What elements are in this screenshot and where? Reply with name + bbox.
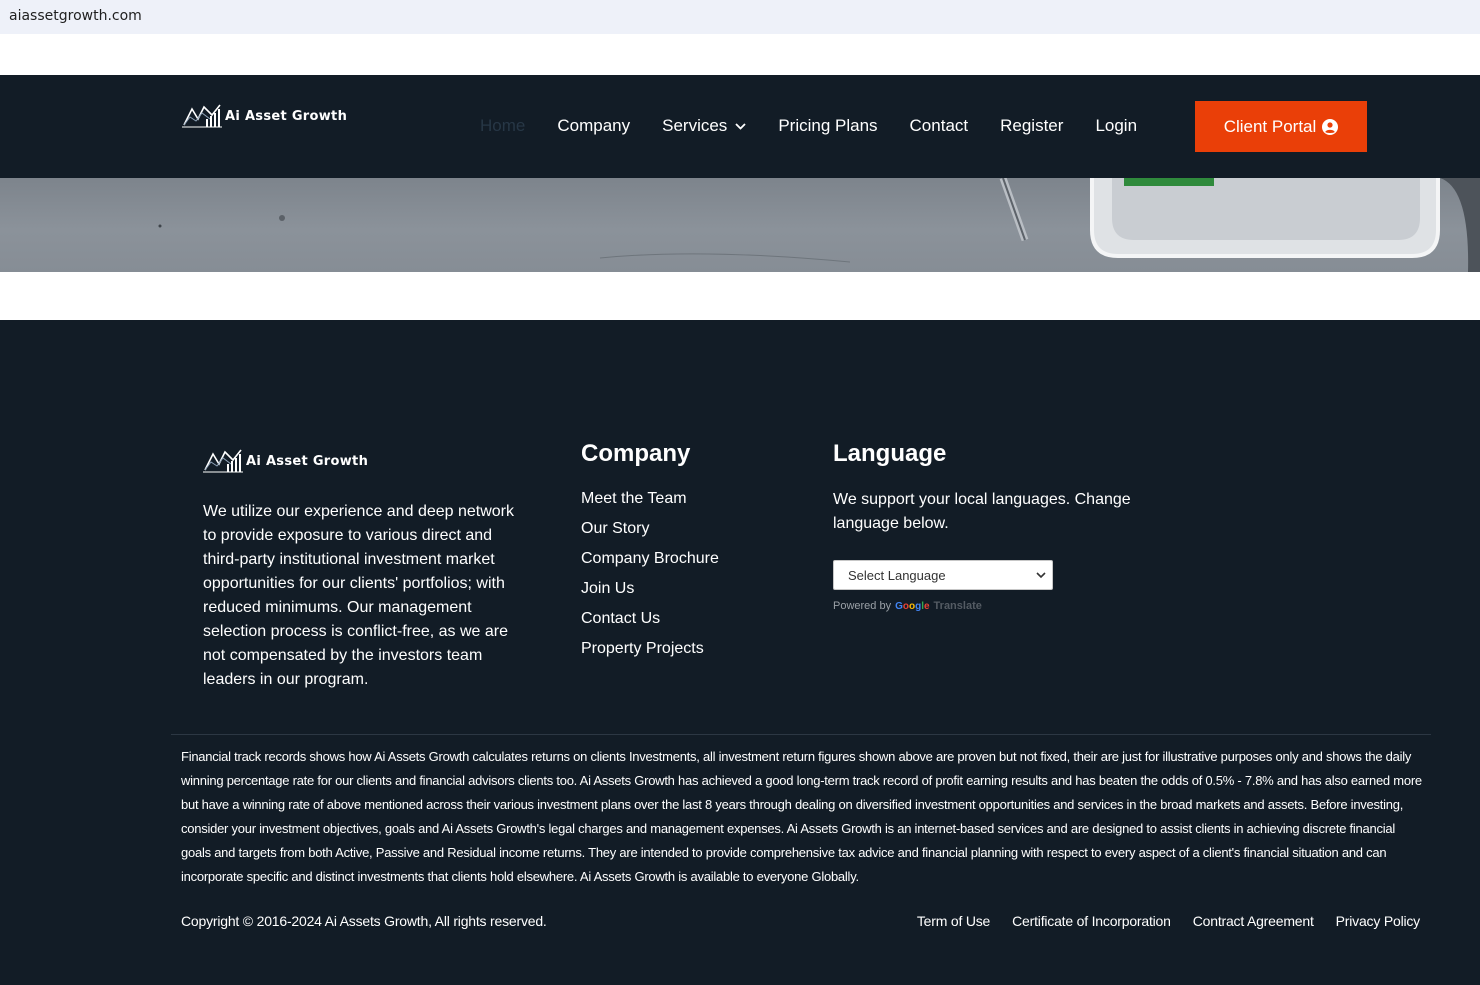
footer-link-our-story[interactable]: Our Story xyxy=(581,518,719,548)
footer-language-title: Language xyxy=(833,440,947,467)
footer-divider xyxy=(171,734,1431,735)
nav-services[interactable]: Services xyxy=(662,116,746,136)
site-footer: Ai Asset Growth We utilize our experienc… xyxy=(0,320,1480,985)
about-paragraph: We utilize our experience and deep netwo… xyxy=(203,503,514,688)
disclaimer-text: Financial track records shows how Ai Ass… xyxy=(181,749,1422,884)
logo-chart-icon xyxy=(203,449,243,473)
hero-banner-image xyxy=(0,178,1480,272)
header-logo[interactable]: Ai Asset Growth xyxy=(182,103,347,129)
nav-pricing-plans[interactable]: Pricing Plans xyxy=(778,116,877,136)
translate-link[interactable]: Translate xyxy=(934,600,982,612)
legal-links: Term of Use Certificate of Incorporation… xyxy=(895,913,1420,929)
language-select-value: Select Language xyxy=(848,567,946,583)
logo-chart-icon xyxy=(182,104,222,128)
nav-services-label: Services xyxy=(662,116,728,135)
footer-link-join-us[interactable]: Join Us xyxy=(581,578,719,608)
main-nav: Home Company Services Pricing Plans Cont… xyxy=(480,116,1169,136)
footer-link-meet-the-team[interactable]: Meet the Team xyxy=(581,488,719,518)
site-header: Ai Asset Growth Home Company Services Pr… xyxy=(0,75,1480,178)
powered-by-label: Powered by xyxy=(833,600,892,612)
logo-text: Ai Asset Growth xyxy=(225,108,348,124)
nav-company[interactable]: Company xyxy=(557,116,630,136)
footer-company-links: Meet the Team Our Story Company Brochure… xyxy=(581,488,719,668)
browser-address-bar[interactable]: aiassetgrowth.com xyxy=(0,0,1480,34)
nav-register[interactable]: Register xyxy=(1000,116,1063,136)
footer-link-property-projects[interactable]: Property Projects xyxy=(581,638,719,668)
copyright-text: Copyright © 2016-2024 Ai Assets Growth, … xyxy=(181,913,547,929)
legal-link-term-of-use[interactable]: Term of Use xyxy=(917,913,990,929)
user-circle-icon xyxy=(1322,118,1339,135)
desk-photo-graphic xyxy=(158,178,1480,272)
footer-logo[interactable]: Ai Asset Growth xyxy=(203,448,368,474)
url-text[interactable]: aiassetgrowth.com xyxy=(9,8,142,24)
footer-link-contact-us[interactable]: Contact Us xyxy=(581,608,719,638)
language-description: We support your local languages. Change … xyxy=(833,491,1131,532)
chevron-down-icon xyxy=(1036,571,1046,578)
legal-link-certificate-of-incorporation[interactable]: Certificate of Incorporation xyxy=(1012,913,1171,929)
chevron-down-icon xyxy=(735,122,746,130)
footer-link-company-brochure[interactable]: Company Brochure xyxy=(581,548,719,578)
legal-link-contract-agreement[interactable]: Contract Agreement xyxy=(1193,913,1314,929)
footer-company-title: Company xyxy=(581,440,691,467)
nav-home[interactable]: Home xyxy=(480,116,525,136)
client-portal-label: Client Portal xyxy=(1223,116,1317,136)
powered-by-google-translate: Powered by Google Translate xyxy=(833,600,982,612)
google-logo[interactable]: Google xyxy=(895,601,929,612)
nav-login[interactable]: Login xyxy=(1095,116,1137,136)
language-select[interactable]: Select Language xyxy=(833,560,1053,590)
client-portal-button[interactable]: Client Portal xyxy=(1195,101,1367,152)
footer-logo-text: Ai Asset Growth xyxy=(246,453,369,469)
legal-link-privacy-policy[interactable]: Privacy Policy xyxy=(1336,913,1421,929)
nav-contact[interactable]: Contact xyxy=(910,116,969,136)
